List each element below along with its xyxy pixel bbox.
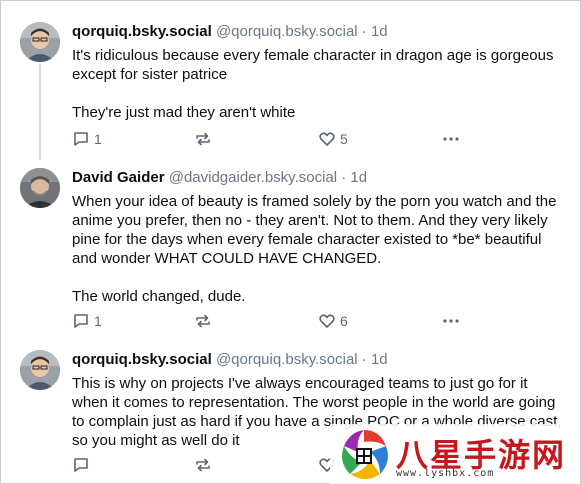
author-handle[interactable]: @qorquiq.bsky.social (216, 23, 358, 40)
post-2[interactable]: David Gaider @davidgaider.bsky.social · … (20, 168, 565, 338)
author-name[interactable]: qorquiq.bsky.social (72, 351, 212, 368)
reply-icon (74, 458, 88, 472)
reply-count: 1 (94, 313, 102, 329)
post-paragraph: The world changed, dude. (72, 288, 246, 305)
reply-button[interactable]: 1 (72, 312, 102, 330)
post-content: qorquiq.bsky.social @qorquiq.bsky.social… (72, 22, 565, 122)
post-header: qorquiq.bsky.social @qorquiq.bsky.social… (72, 350, 565, 370)
heart-icon (319, 132, 335, 146)
author-handle[interactable]: @qorquiq.bsky.social (216, 351, 358, 368)
post-text: When your idea of beauty is framed solel… (72, 192, 565, 306)
repost-icon (196, 132, 210, 146)
more-icon (443, 319, 459, 323)
thread-line (39, 64, 41, 160)
author-handle[interactable]: @davidgaider.bsky.social (169, 169, 337, 186)
post-header: David Gaider @davidgaider.bsky.social · … (72, 168, 565, 188)
like-count: 5 (340, 131, 348, 147)
avatar[interactable] (20, 168, 60, 208)
post-paragraph: When your idea of beauty is framed solel… (72, 193, 557, 267)
reply-icon (74, 132, 88, 146)
repost-icon (196, 314, 210, 328)
watermark-url: www.lyshbx.com (396, 468, 495, 479)
repost-icon (196, 458, 210, 472)
like-count: 6 (340, 313, 348, 329)
post-1[interactable]: qorquiq.bsky.social @qorquiq.bsky.social… (20, 22, 565, 160)
post-content: David Gaider @davidgaider.bsky.social · … (72, 168, 565, 306)
like-button[interactable]: 5 (318, 130, 348, 148)
author-name[interactable]: qorquiq.bsky.social (72, 23, 212, 40)
post-text: It's ridiculous because every female cha… (72, 46, 565, 122)
repost-button[interactable] (194, 312, 216, 330)
post-header: qorquiq.bsky.social @qorquiq.bsky.social… (72, 22, 565, 42)
more-options-button[interactable] (442, 312, 460, 330)
post-paragraph: It's ridiculous because every female cha… (72, 47, 554, 83)
post-time[interactable]: · 1d (362, 23, 388, 40)
avatar[interactable] (20, 22, 60, 62)
repost-button[interactable] (194, 130, 216, 148)
heart-icon (319, 314, 335, 328)
post-time[interactable]: · 1d (362, 351, 388, 368)
repost-button[interactable] (194, 456, 216, 474)
reply-count: 1 (94, 131, 102, 147)
site-watermark: 八星手游网 www.lyshbx.com (330, 424, 580, 484)
reply-button[interactable] (72, 456, 94, 474)
reply-icon (74, 314, 88, 328)
watermark-logo-icon (342, 430, 388, 479)
post-paragraph: They're just mad they aren't white (72, 104, 296, 121)
author-name[interactable]: David Gaider (72, 169, 165, 186)
more-options-button[interactable] (442, 130, 460, 148)
post-time[interactable]: · 1d (341, 169, 367, 186)
like-button[interactable]: 6 (318, 312, 348, 330)
avatar[interactable] (20, 350, 60, 390)
more-icon (443, 137, 459, 141)
reply-button[interactable]: 1 (72, 130, 102, 148)
